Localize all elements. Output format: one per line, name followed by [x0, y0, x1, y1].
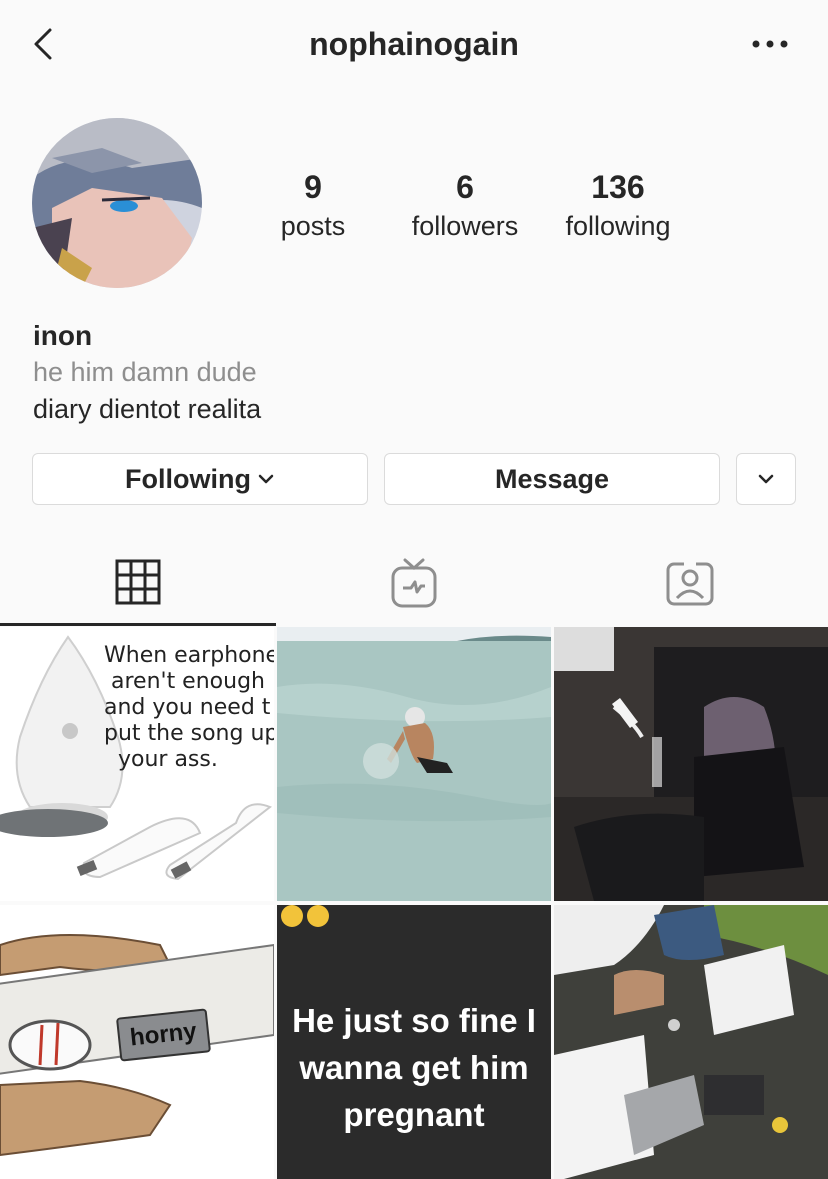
top-bar: nophainogain	[0, 0, 828, 90]
tab-igtv[interactable]	[276, 540, 552, 626]
tagged-icon	[666, 561, 714, 606]
post-tile[interactable]	[554, 905, 828, 1179]
following-count: 136	[591, 169, 645, 205]
suggested-accounts-button[interactable]	[736, 453, 796, 505]
igtv-icon	[391, 558, 437, 608]
post-caption-text: When earphones aren't enough and you nee…	[104, 643, 274, 772]
post-caption-text: He just so fine I wanna get him pregnant	[292, 1002, 536, 1133]
following-button[interactable]: Following	[32, 453, 368, 505]
stat-posts[interactable]: 9 posts	[253, 168, 373, 244]
message-button[interactable]: Message	[384, 453, 720, 505]
grid-icon	[115, 559, 161, 604]
posts-grid: When earphones aren't enough and you nee…	[0, 627, 828, 1179]
posts-label: posts	[280, 211, 346, 241]
post-tile[interactable]: He just so fine I wanna get him pregnant	[277, 905, 551, 1179]
more-options-button[interactable]	[750, 30, 790, 60]
tab-posts-grid[interactable]	[0, 540, 276, 626]
profile-tabs	[0, 540, 828, 626]
post-sticker-text: horny	[115, 1008, 211, 1062]
smiley-emoji-icon	[307, 905, 329, 927]
chevron-down-icon	[758, 474, 774, 484]
chevron-down-icon	[258, 474, 274, 484]
bio-text: diary dientot realita	[33, 394, 262, 424]
following-button-label: Following	[125, 463, 251, 494]
tab-tagged[interactable]	[552, 540, 828, 626]
following-label: following	[565, 211, 671, 241]
message-button-label: Message	[494, 463, 610, 494]
profile-avatar[interactable]	[32, 118, 202, 288]
post-tile[interactable]	[554, 627, 828, 901]
posts-count: 9	[304, 169, 322, 205]
smiley-emoji-icon	[281, 905, 303, 927]
stat-following[interactable]: 136 following	[548, 168, 688, 244]
stat-followers[interactable]: 6 followers	[395, 168, 535, 244]
post-tile[interactable]: horny	[0, 905, 274, 1179]
profile-username: nophainogain	[309, 26, 519, 62]
followers-label: followers	[411, 211, 519, 241]
pronouns: he him damn dude	[33, 357, 257, 387]
post-tile[interactable]	[277, 627, 551, 901]
followers-count: 6	[456, 169, 474, 205]
more-horizontal-icon	[752, 40, 788, 48]
post-tile[interactable]: When earphones aren't enough and you nee…	[0, 627, 274, 901]
display-name: inon	[33, 320, 93, 351]
profile-bio: inon he him damn dude diary dientot real…	[33, 318, 261, 428]
